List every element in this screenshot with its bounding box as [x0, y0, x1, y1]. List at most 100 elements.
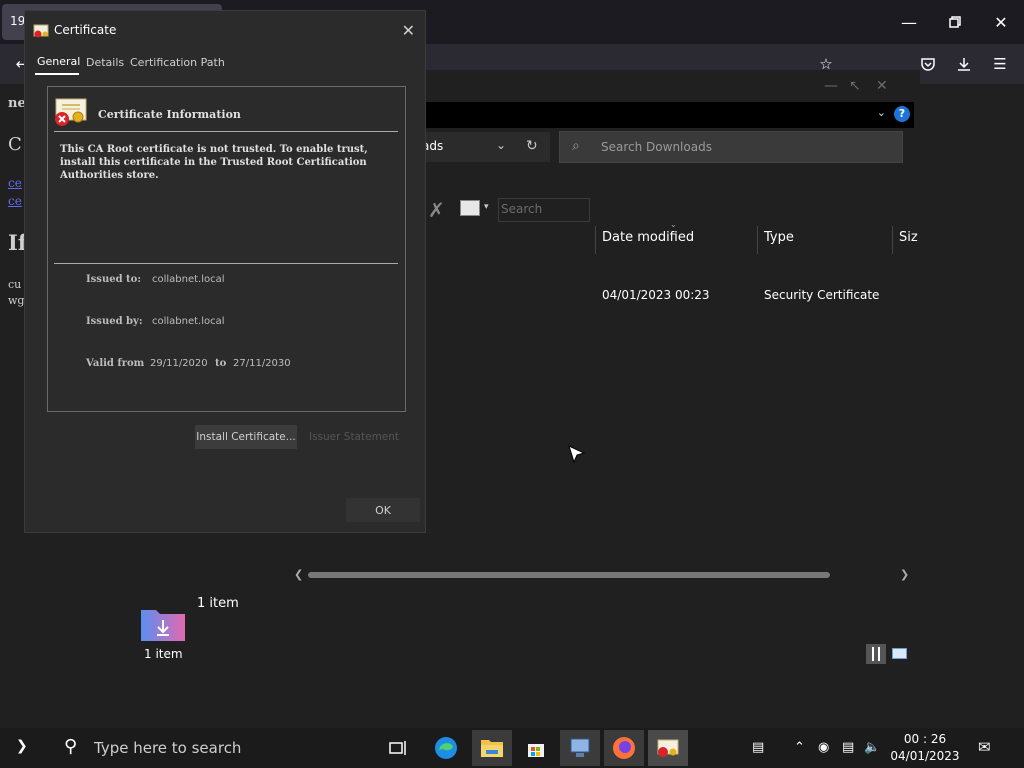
- firefox-icon: [613, 737, 635, 759]
- filter-placeholder: Search: [501, 202, 543, 216]
- active-tab-indicator: [35, 73, 79, 75]
- restore-button[interactable]: [932, 0, 978, 44]
- certificate-icon: [657, 739, 679, 757]
- clock-time: 00 : 26: [903, 732, 947, 746]
- valid-to-value: 27/11/2030: [233, 358, 291, 369]
- search-icon: ⚲: [64, 736, 78, 757]
- column-date-modified[interactable]: Date modified: [602, 230, 694, 245]
- chevron-down-icon[interactable]: ⌄: [496, 138, 506, 152]
- hamburger-icon: ☰: [993, 55, 1007, 73]
- filter-search-input[interactable]: Search: [498, 198, 590, 222]
- untrusted-certificate-icon: [55, 98, 87, 126]
- downloads-folder-icon[interactable]: [140, 606, 186, 642]
- certificate-taskbar-button[interactable]: [648, 730, 688, 766]
- item-count-status: 1 item: [197, 596, 239, 611]
- file-row-date[interactable]: 04/01/2023 00:23: [602, 288, 710, 302]
- explorer-close-icon[interactable]: ✕: [876, 78, 888, 94]
- pocket-icon: [921, 58, 935, 71]
- firefox-taskbar-button[interactable]: [604, 730, 644, 766]
- ok-button[interactable]: OK: [346, 498, 420, 522]
- column-separator[interactable]: [595, 226, 596, 254]
- file-row-type[interactable]: Security Certificate: [764, 288, 879, 302]
- details-view-button[interactable]: [866, 644, 886, 664]
- refresh-icon[interactable]: ↻: [526, 138, 538, 154]
- column-type[interactable]: Type: [764, 230, 794, 245]
- certificate-info-title: Certificate Information: [98, 108, 241, 121]
- clock-date: 04/01/2023: [890, 749, 960, 763]
- downloads-button[interactable]: [952, 52, 976, 76]
- search-icon: ⌕: [572, 138, 580, 154]
- column-separator[interactable]: [892, 226, 893, 254]
- store-icon: [528, 744, 544, 757]
- scroll-left-icon[interactable]: ❮: [294, 568, 303, 581]
- certificate-dialog: Certificate ✕ General Details Certificat…: [24, 10, 426, 533]
- file-explorer-taskbar-button[interactable]: [472, 730, 512, 766]
- meet-now-icon[interactable]: ◉: [818, 740, 829, 755]
- chevron-down-icon[interactable]: ⌄: [877, 106, 886, 119]
- column-size[interactable]: Siz: [899, 230, 918, 245]
- restore-icon: [949, 16, 961, 28]
- task-view-button[interactable]: [378, 730, 418, 766]
- close-window-button[interactable]: ✕: [978, 0, 1024, 44]
- network-icon[interactable]: ▤: [842, 740, 854, 755]
- trust-warning-text: This CA Root certificate is not trusted.…: [60, 144, 368, 181]
- chevron-right-icon[interactable]: ❯: [16, 738, 28, 754]
- minimize-icon: —: [901, 12, 917, 32]
- delete-icon[interactable]: ✗: [428, 198, 445, 222]
- webpage-link[interactable]: ce: [8, 176, 22, 190]
- news-widget-icon[interactable]: ▤: [752, 740, 764, 755]
- download-icon: [958, 58, 970, 71]
- details-view-icon: [872, 647, 880, 661]
- certificate-icon: [33, 24, 49, 38]
- webpage-text: cu: [8, 278, 22, 291]
- dropdown-icon[interactable]: ▾: [484, 202, 489, 212]
- tab-certification-path[interactable]: Certification Path: [130, 56, 225, 69]
- store-taskbar-button[interactable]: [516, 730, 556, 766]
- valid-to-label: to: [215, 358, 227, 369]
- sort-indicator-icon: ⌄: [670, 220, 677, 229]
- volume-muted-icon[interactable]: 🔈: [864, 740, 880, 755]
- tab-details[interactable]: Details: [86, 56, 124, 69]
- search-downloads-input[interactable]: ⌕ Search Downloads: [559, 131, 903, 163]
- task-view-icon: [389, 741, 406, 755]
- folder-caption: 1 item: [144, 647, 183, 661]
- certificate-info-panel: Certificate Information This CA Root cer…: [47, 86, 406, 412]
- divider: [54, 131, 398, 132]
- issued-to-label: Issued to:: [86, 274, 142, 285]
- webpage-link[interactable]: ce: [8, 194, 22, 208]
- horizontal-scrollbar[interactable]: [308, 572, 830, 578]
- minimize-button[interactable]: —: [886, 0, 932, 44]
- taskbar-clock[interactable]: 00 : 26 04/01/2023: [886, 731, 964, 765]
- explorer-minimize-icon[interactable]: —: [824, 78, 838, 94]
- column-separator[interactable]: [757, 226, 758, 254]
- folder-icon: [481, 740, 503, 757]
- scroll-right-icon[interactable]: ❯: [900, 568, 909, 581]
- show-hidden-icons-icon[interactable]: ⌃: [794, 740, 805, 755]
- edge-taskbar-button[interactable]: [426, 730, 466, 766]
- remote-desktop-taskbar-button[interactable]: [560, 730, 600, 766]
- valid-from-value: 29/11/2020: [150, 358, 208, 369]
- thumbnail-view-icon: [892, 648, 907, 659]
- explorer-maximize-icon[interactable]: ↖: [849, 78, 861, 94]
- issuer-statement-button: Issuer Statement: [308, 431, 400, 443]
- issued-to-value: collabnet.local: [152, 274, 225, 285]
- notifications-icon[interactable]: ✉: [978, 738, 991, 756]
- install-certificate-button[interactable]: Install Certificate...: [195, 425, 297, 449]
- computer-icon: [570, 738, 590, 757]
- divider: [54, 263, 398, 264]
- close-icon[interactable]: ✕: [402, 21, 415, 40]
- dialog-title: Certificate: [54, 23, 117, 37]
- taskbar-search-input[interactable]: Type here to search: [94, 739, 241, 757]
- close-icon: ✕: [994, 12, 1008, 32]
- search-placeholder: Search Downloads: [601, 140, 712, 154]
- help-icon[interactable]: ?: [894, 106, 910, 122]
- tab-general[interactable]: General: [37, 55, 80, 68]
- webpage-text: wg: [8, 294, 25, 307]
- view-options-icon[interactable]: [460, 200, 480, 216]
- issued-by-value: collabnet.local: [152, 316, 225, 327]
- menu-button[interactable]: ☰: [988, 52, 1012, 76]
- webpage-heading: C: [8, 134, 22, 155]
- valid-from-label: Valid from: [86, 358, 145, 369]
- certificate-title-bar[interactable]: Certificate ✕: [25, 11, 425, 51]
- thumbnail-view-button[interactable]: [890, 644, 910, 664]
